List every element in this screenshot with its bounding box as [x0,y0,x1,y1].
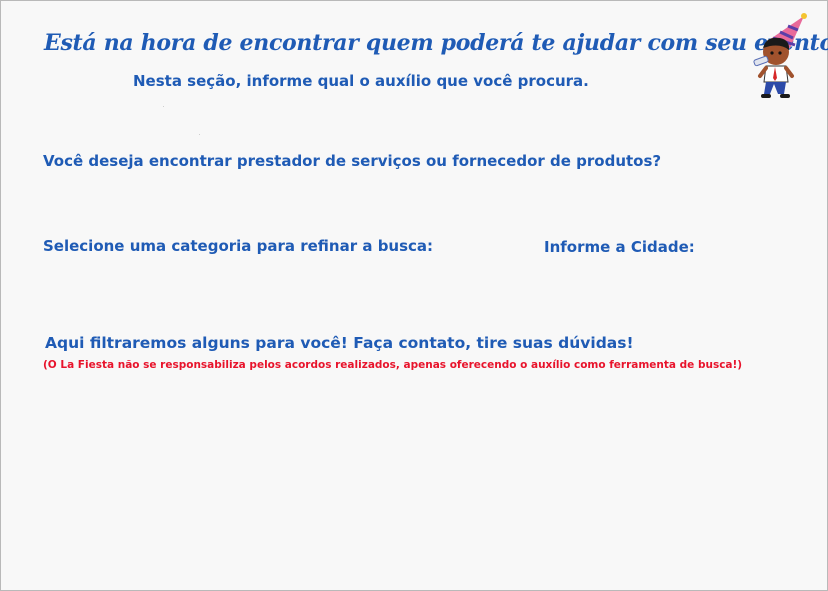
disclaimer-text: (O La Fiesta não se responsabiliza pelos… [43,359,743,371]
divider-dot [199,134,200,135]
party-boy-mascot-icon [753,13,807,98]
divider-dot [163,106,164,107]
page-title: Está na hora de encontrar quem poderá te… [44,30,828,56]
results-heading: Aqui filtraremos alguns para você! Faça … [45,334,634,352]
category-select-label: Selecione uma categoria para refinar a b… [43,237,434,255]
provider-type-question: Você deseja encontrar prestador de servi… [43,152,662,170]
page-subtitle: Nesta seção, informe qual o auxílio que … [133,72,589,90]
city-input-label: Informe a Cidade: [544,238,695,256]
